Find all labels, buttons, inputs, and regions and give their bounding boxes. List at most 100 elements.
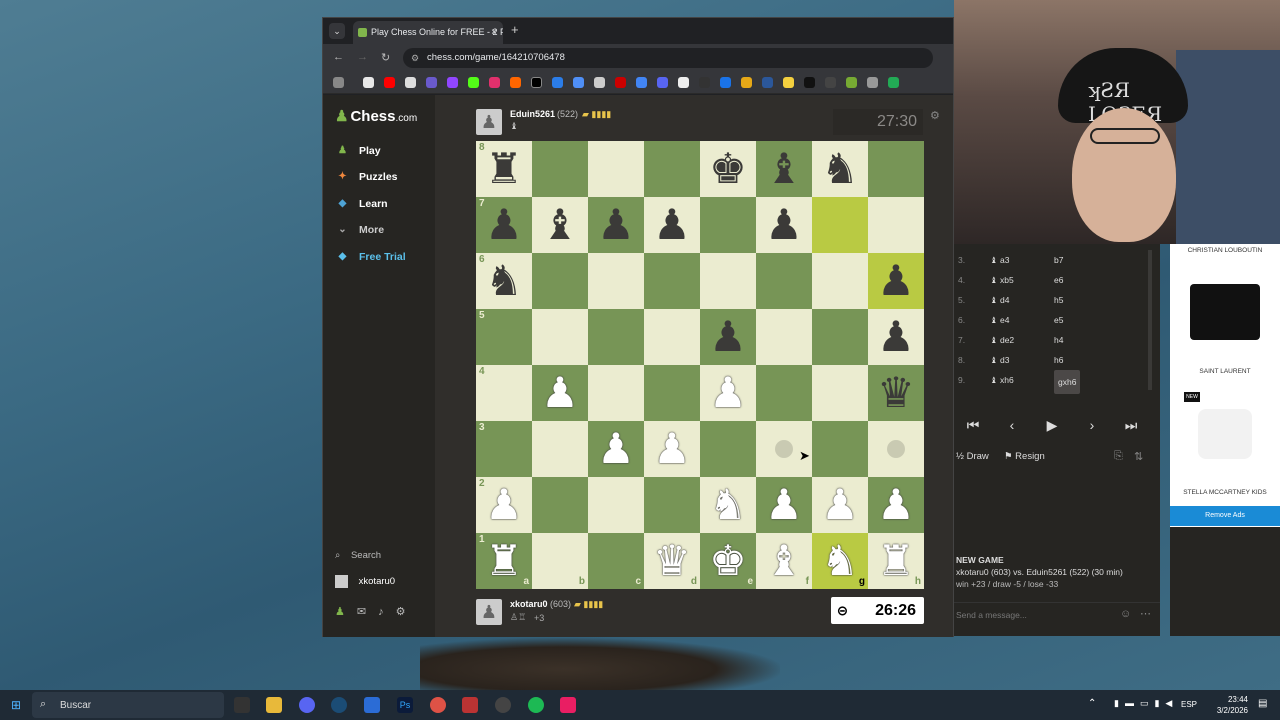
language-indicator[interactable]: ESP	[1181, 700, 1197, 709]
photoshop-icon[interactable]: Ps	[397, 697, 413, 713]
sidebar-search[interactable]: ⌕ Search	[335, 550, 381, 561]
sidebar-item-puzzles[interactable]: ✦ Puzzles	[335, 167, 430, 187]
chess-board[interactable]: ♜ 8 ♚ ♝ ♞ ♟ 7 ♝ ♟ ♟ ♟ ♞ 6 ♟ 5 ♟ ♟ 4 ♟ ♟ ♛ 3 ♟ ♟ ♟ 2 ♞ ♟ ♟ ♟ ♜ 1 a b c ♛ d ♚ e ♝…	[476, 141, 924, 589]
tab-close-icon[interactable]: ×	[491, 21, 497, 44]
clock[interactable]: 23:44 3/2/2026	[1198, 694, 1248, 716]
black-pawn-icon[interactable]: ♟	[765, 201, 803, 248]
square-g6[interactable]	[812, 253, 868, 309]
black-pawn-icon[interactable]: ♟	[877, 313, 915, 360]
bookmark-icon[interactable]	[741, 77, 752, 88]
white-pawn-icon[interactable]: ♟	[765, 481, 803, 528]
emoji-icon[interactable]: ☺	[1120, 608, 1131, 620]
square-h2[interactable]: ♟	[868, 477, 924, 533]
player-name[interactable]: xkotaru0	[510, 599, 548, 609]
chat-input[interactable]: Send a message... ☺ ⋯	[954, 602, 1160, 628]
sidebar-user[interactable]: xkotaru0	[335, 575, 395, 588]
black-move[interactable]: e5	[1054, 310, 1063, 330]
black-move[interactable]: b7	[1054, 250, 1063, 270]
previous-move-button[interactable]: ‹	[996, 412, 1028, 438]
gear-icon[interactable]: ⚙	[396, 606, 418, 618]
square-a1[interactable]: ♜ 1 a	[476, 533, 532, 589]
white-move[interactable]: ♝ xh6	[990, 370, 1014, 390]
square-h8[interactable]	[868, 141, 924, 197]
draw-button[interactable]: ½ Draw	[956, 451, 989, 462]
square-e1[interactable]: ♚ e	[700, 533, 756, 589]
bookmark-icon[interactable]	[783, 77, 794, 88]
chrome-icon[interactable]	[430, 697, 446, 713]
square-d4[interactable]	[644, 365, 700, 421]
bookmark-icon[interactable]	[867, 77, 878, 88]
square-g5[interactable]	[812, 309, 868, 365]
player-avatar[interactable]: ♟	[476, 599, 502, 625]
square-a6[interactable]: ♞ 6	[476, 253, 532, 309]
white-pawn-icon[interactable]: ♟	[821, 481, 859, 528]
resign-button[interactable]: ⚑ Resign	[1004, 451, 1045, 462]
square-c7[interactable]: ♟	[588, 197, 644, 253]
bookmark-icon[interactable]	[699, 77, 710, 88]
play-button[interactable]: ▶	[1036, 412, 1068, 438]
square-f1[interactable]: ♝ f	[756, 533, 812, 589]
square-c2[interactable]	[588, 477, 644, 533]
white-move[interactable]: ♝ e4	[990, 310, 1009, 330]
bookmark-icon[interactable]	[573, 77, 584, 88]
square-b2[interactable]	[532, 477, 588, 533]
white-knight-icon[interactable]: ♞	[821, 537, 859, 584]
discord-icon[interactable]	[299, 697, 315, 713]
app-icon[interactable]	[462, 697, 478, 713]
chevron-up-icon[interactable]: ⌃	[1088, 698, 1096, 709]
square-b8[interactable]	[532, 141, 588, 197]
bookmark-icon[interactable]	[552, 77, 563, 88]
tray-icons[interactable]: ▮▬▭▮◀	[1114, 698, 1178, 709]
square-c3[interactable]: ♟	[588, 421, 644, 477]
black-bishop-icon[interactable]: ♝	[765, 145, 803, 192]
bookmark-youtube-icon[interactable]	[384, 77, 395, 88]
steam-icon[interactable]	[331, 697, 347, 713]
black-move[interactable]: h6	[1054, 350, 1063, 370]
remove-ads-button[interactable]: Remove Ads	[1170, 506, 1280, 526]
black-move[interactable]: h4	[1054, 330, 1063, 350]
white-pawn-icon[interactable]: ♟	[653, 425, 691, 472]
legal-move-dot[interactable]	[775, 440, 793, 458]
move-list-scrollbar[interactable]	[1148, 250, 1152, 390]
chess-logo[interactable]: ♟ Chess.com	[335, 107, 417, 125]
sidebar-item-learn[interactable]: ◆ Learn	[335, 194, 430, 214]
square-c6[interactable]	[588, 253, 644, 309]
black-pawn-icon[interactable]: ♟	[485, 201, 523, 248]
square-g3[interactable]	[812, 421, 868, 477]
square-f6[interactable]	[756, 253, 812, 309]
square-b7[interactable]: ♝	[532, 197, 588, 253]
obs-icon[interactable]	[495, 697, 511, 713]
square-d5[interactable]	[644, 309, 700, 365]
share-icon[interactable]: ⎘	[1114, 450, 1123, 463]
white-pawn-icon[interactable]: ♟	[485, 481, 523, 528]
black-pawn-icon[interactable]: ♟	[877, 257, 915, 304]
square-c4[interactable]	[588, 365, 644, 421]
bookmark-twitch-icon[interactable]	[447, 77, 458, 88]
bookmark-icon[interactable]	[615, 77, 626, 88]
square-a8[interactable]: ♜ 8	[476, 141, 532, 197]
square-d7[interactable]: ♟	[644, 197, 700, 253]
bookmark-icon[interactable]	[888, 77, 899, 88]
first-move-button[interactable]: ⏮	[957, 412, 989, 438]
white-pawn-icon[interactable]: ♟	[877, 481, 915, 528]
sidebar-item-play[interactable]: ♟ Play	[335, 141, 430, 161]
bookmark-icon[interactable]	[804, 77, 815, 88]
file-explorer-icon[interactable]	[266, 697, 282, 713]
white-move[interactable]: ♝ d4	[990, 290, 1009, 310]
sidebar-item-free-trial[interactable]: ◆ Free Trial	[335, 247, 430, 267]
black-king-icon[interactable]: ♚	[709, 145, 747, 192]
black-knight-icon[interactable]: ♞	[485, 257, 523, 304]
square-b4[interactable]: ♟	[532, 365, 588, 421]
back-icon[interactable]: ←	[333, 51, 344, 63]
square-f8[interactable]: ♝	[756, 141, 812, 197]
white-bishop-icon[interactable]: ♝	[765, 537, 803, 584]
tab-chess[interactable]: Play Chess Online for FREE - 2 F ×	[353, 21, 503, 44]
notifications-icon[interactable]: ▤	[1258, 698, 1267, 709]
last-move-button[interactable]: ⏭	[1115, 412, 1147, 438]
square-g8[interactable]: ♞	[812, 141, 868, 197]
square-f4[interactable]	[756, 365, 812, 421]
bell-icon[interactable]: ♪	[378, 606, 396, 618]
white-king-icon[interactable]: ♚	[709, 537, 747, 584]
black-move[interactable]: h5	[1054, 290, 1063, 310]
square-g1[interactable]: ♞ g	[812, 533, 868, 589]
